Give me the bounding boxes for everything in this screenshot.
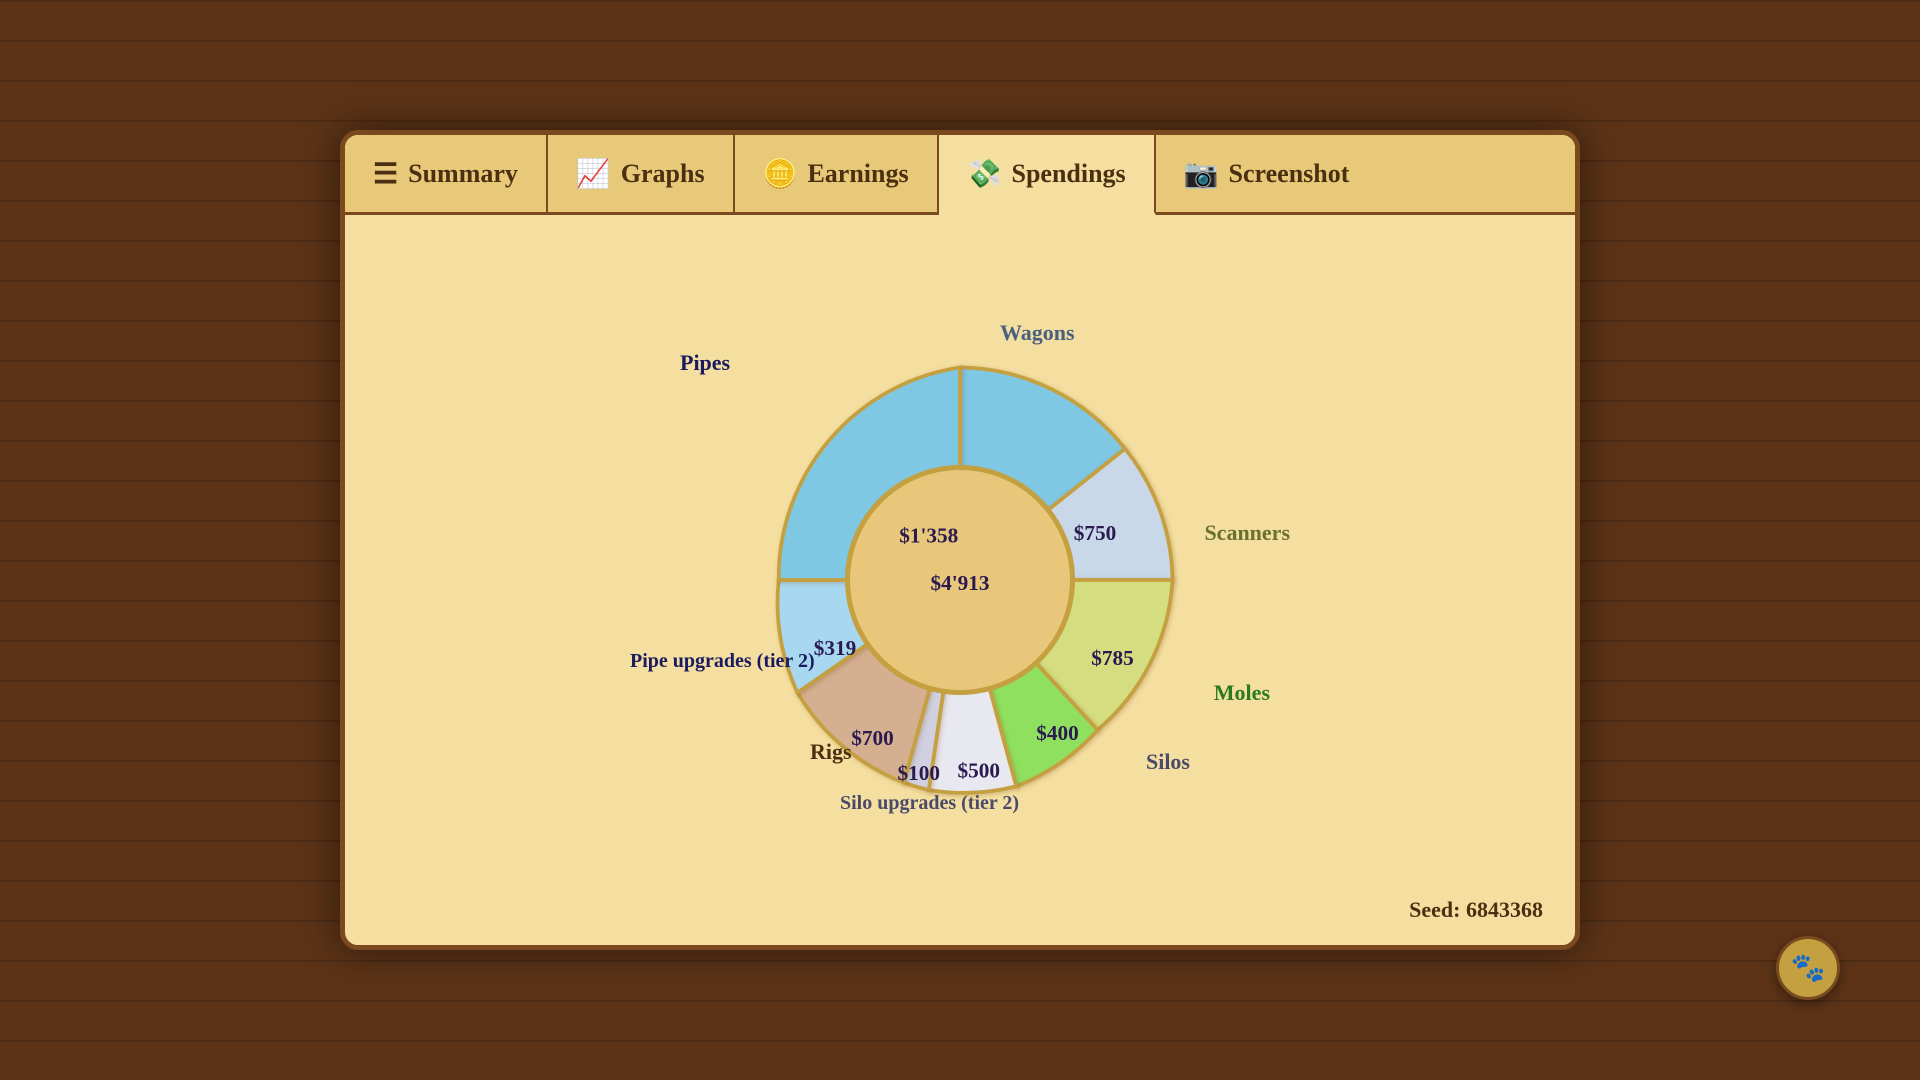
- val-pipe-upgrades: $319: [814, 636, 857, 660]
- fab-icon: 🐾: [1791, 951, 1826, 985]
- tab-spendings[interactable]: 💸 Spendings: [939, 135, 1156, 215]
- val-silo-upgrades: $100: [898, 761, 941, 785]
- pie-container: $4'913 $1'358 $750 $785 $400 $500 $100 $…: [620, 280, 1300, 880]
- val-moles: $400: [1036, 721, 1079, 745]
- content-area: $4'913 $1'358 $750 $785 $400 $500 $100 $…: [345, 215, 1575, 945]
- label-silos: Silos: [1146, 749, 1190, 775]
- label-wagons: Wagons: [1000, 320, 1220, 346]
- tab-graphs-label: Graphs: [621, 159, 705, 189]
- main-panel: ☰ Summary 📈 Graphs 🪙 Earnings 💸 Spending…: [340, 130, 1580, 950]
- earnings-icon: 🪙: [763, 157, 798, 191]
- screenshot-icon: 📷: [1184, 157, 1219, 191]
- summary-icon: ☰: [373, 157, 398, 191]
- val-wagons: $750: [1074, 521, 1117, 545]
- val-silos: $500: [958, 759, 1001, 783]
- label-pipe-upgrades: Pipe upgrades (tier 2): [630, 650, 815, 673]
- tab-screenshot[interactable]: 📷 Screenshot: [1156, 135, 1378, 212]
- tab-spendings-label: Spendings: [1011, 159, 1125, 189]
- tab-earnings[interactable]: 🪙 Earnings: [735, 135, 939, 212]
- label-scanners: Scanners: [1204, 520, 1290, 546]
- fab-button[interactable]: 🐾: [1776, 936, 1840, 1000]
- label-moles: Moles: [1214, 680, 1270, 706]
- tab-screenshot-label: Screenshot: [1229, 159, 1350, 189]
- graphs-icon: 📈: [576, 157, 611, 191]
- val-rigs: $700: [851, 726, 894, 750]
- tab-summary[interactable]: ☰ Summary: [345, 135, 548, 212]
- spendings-icon: 💸: [967, 157, 1002, 191]
- val-pipes: $1'358: [899, 524, 958, 548]
- label-silo-upgrades: Silo upgrades (tier 2): [840, 792, 1019, 815]
- center-total-text: $4'913: [930, 571, 989, 595]
- tab-summary-label: Summary: [408, 159, 518, 189]
- pie-chart-svg: $4'913 $1'358 $750 $785 $400 $500 $100 $…: [710, 330, 1210, 830]
- val-scanners: $785: [1091, 646, 1134, 670]
- tab-bar: ☰ Summary 📈 Graphs 🪙 Earnings 💸 Spending…: [345, 135, 1575, 215]
- tab-earnings-label: Earnings: [807, 159, 908, 189]
- seed-text: Seed: 6843368: [1409, 897, 1543, 923]
- label-rigs: Rigs: [810, 739, 852, 765]
- label-pipes: Pipes: [680, 350, 730, 376]
- tab-graphs[interactable]: 📈 Graphs: [548, 135, 735, 212]
